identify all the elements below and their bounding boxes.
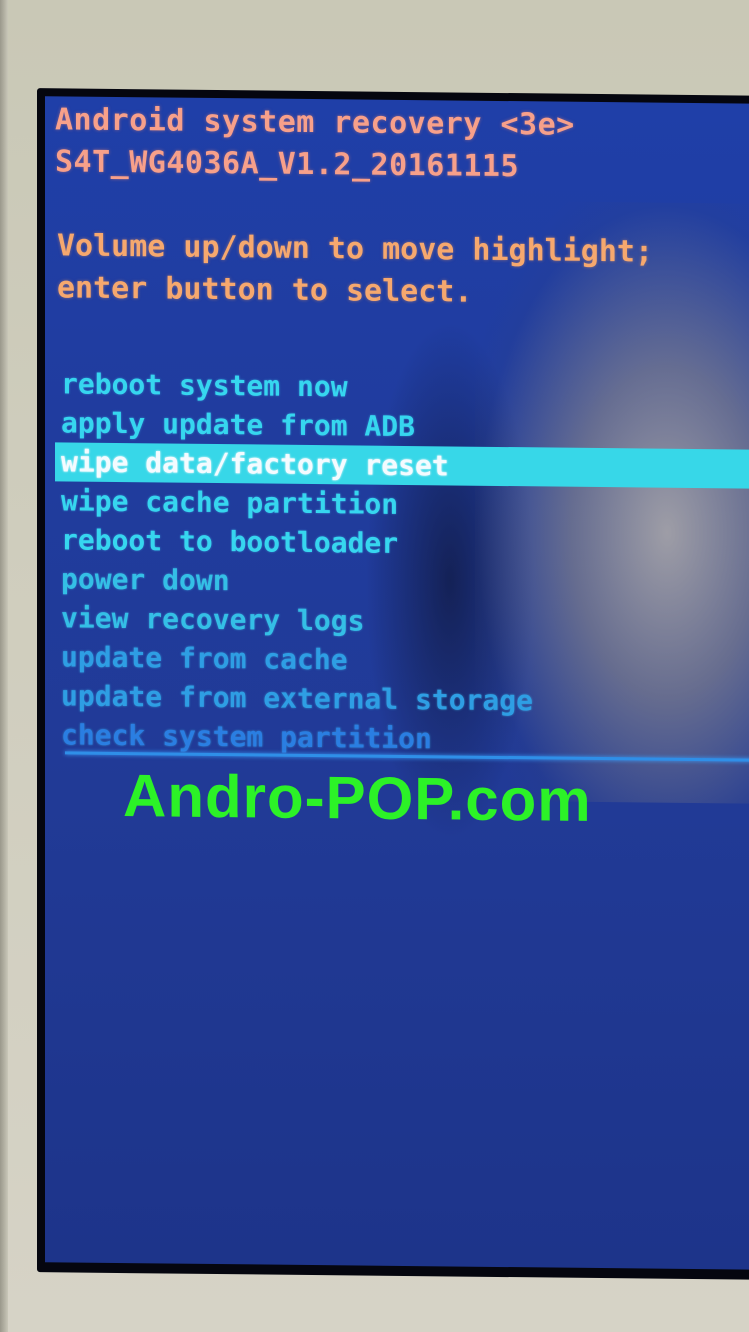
instruction-line-1: Volume up/down to move highlight; <box>57 228 654 270</box>
watermark-text: Andro-POP.com <box>123 762 592 834</box>
device-edge <box>0 0 8 1332</box>
recovery-screen: Android system recovery <3e> S4T_WG4036A… <box>45 96 749 1270</box>
build-version: S4T_WG4036A_V1.2_20161115 <box>55 144 520 185</box>
recovery-title: Android system recovery <3e> <box>55 102 575 143</box>
instruction-line-2: enter button to select. <box>57 270 473 310</box>
device-screen-frame: Android system recovery <3e> S4T_WG4036A… <box>37 88 749 1280</box>
recovery-menu: reboot system now apply update from ADB … <box>45 364 749 762</box>
